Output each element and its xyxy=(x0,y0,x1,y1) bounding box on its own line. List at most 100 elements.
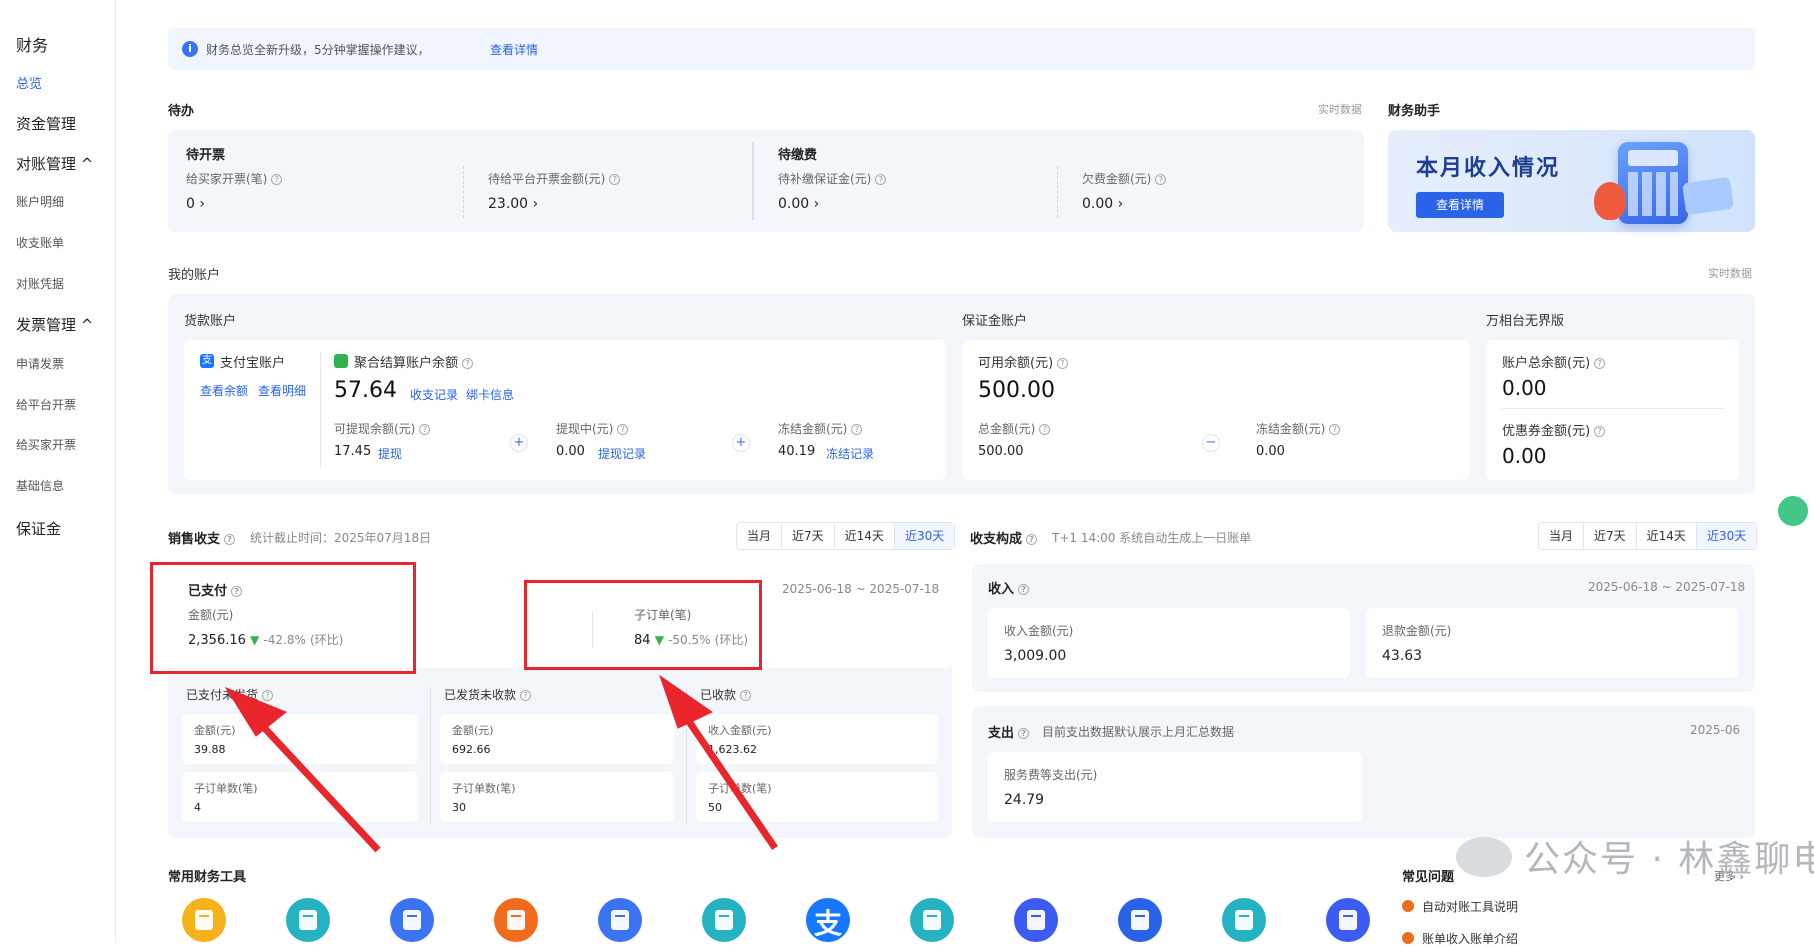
faq-bullet-icon xyxy=(1402,900,1414,912)
income-card: 收入? 2025-06-18 ~ 2025-07-18 收入金额(元) 3,00… xyxy=(972,564,1755,692)
finance-tool-icon[interactable] xyxy=(286,898,330,942)
sidebar-item-platform-invoice[interactable]: 给平台开票 xyxy=(16,396,76,413)
tool-glyph-line xyxy=(511,915,521,917)
tool-glyph-line xyxy=(199,915,209,917)
finance-tool-icon[interactable] xyxy=(598,898,642,942)
sidebar-item-overview[interactable]: 总览 xyxy=(16,73,42,92)
tool-glyph xyxy=(1235,910,1253,930)
alipay-glyph: 支 xyxy=(813,907,842,940)
tools-title: 常用财务工具 xyxy=(168,870,247,885)
tool-glyph-line xyxy=(1239,915,1249,917)
tool-glyph xyxy=(195,910,213,930)
banner-title: 本月收入情况 xyxy=(1416,156,1561,181)
income-title: 收入? xyxy=(988,578,1030,597)
finance-tool-icon[interactable] xyxy=(702,898,746,942)
service-fee-box: 服务费等支出(元) 24.79 xyxy=(988,752,1362,822)
expense-card: 支出? 目前支出数据默认展示上月汇总数据 2025-06 服务费等支出(元) 2… xyxy=(972,706,1755,838)
tool-glyph-line xyxy=(1135,915,1145,917)
deposit-frozen-value: 0.00 xyxy=(1256,444,1285,459)
expense-title: 支出? xyxy=(988,722,1030,741)
income-amount-value: 3,009.00 xyxy=(1004,648,1067,664)
calculator-icon xyxy=(1618,142,1688,224)
alipay-tool-icon[interactable]: 支 xyxy=(806,898,850,942)
divider xyxy=(1502,408,1724,409)
banner-detail-button[interactable]: 查看详情 xyxy=(1416,192,1504,218)
service-fee-label: 服务费等支出(元) xyxy=(1004,768,1098,782)
income-amount-box: 收入金额(元) 3,009.00 xyxy=(988,608,1350,678)
faq-item[interactable]: 账单收入账单介绍 xyxy=(1402,930,1518,947)
arrears-value[interactable]: 0.00 › xyxy=(1082,196,1123,212)
sidebar-item-apply-invoice[interactable]: 申请发票 xyxy=(16,355,64,372)
tool-glyph xyxy=(611,910,629,930)
wanxiang-title: 万相台无界版 xyxy=(1486,314,1565,329)
expense-month: 2025-06 xyxy=(1690,723,1741,737)
tool-glyph-line xyxy=(615,915,625,917)
deposit-frozen-label: 冻结金额(元)? xyxy=(1256,420,1341,437)
deposit-account-panel: 可用余额(元)? 500.00 总金额(元)? 500.00 − 冻结金额(元)… xyxy=(962,340,1470,480)
finance-tool-icon[interactable] xyxy=(1222,898,1266,942)
service-fee-value: 24.79 xyxy=(1004,792,1045,808)
tool-glyph-line xyxy=(303,915,313,917)
tab-7-days[interactable]: 近7天 xyxy=(1584,523,1637,549)
faq-bullet-icon xyxy=(1402,932,1414,944)
wanxiang-panel: 账户总余额(元)? 0.00 优惠券金额(元)? 0.00 xyxy=(1486,340,1739,480)
composition-period-tabs: 当月 近7天 近14天 近30天 xyxy=(1538,522,1758,550)
todo-realtime: 实时数据 xyxy=(1318,103,1362,116)
sidebar-title: 财务 xyxy=(16,36,49,55)
faq-item[interactable]: 自动对账工具说明 xyxy=(1402,898,1518,915)
finance-tool-icon[interactable] xyxy=(910,898,954,942)
watermark: 公众号 · 林鑫聊电商 xyxy=(1456,830,1814,882)
wanxiang-coupon-label: 优惠券金额(元)? xyxy=(1502,420,1606,439)
tool-glyph xyxy=(507,910,525,930)
expense-note: 目前支出数据默认展示上月汇总数据 xyxy=(1042,725,1235,739)
refund-amount-value: 43.63 xyxy=(1382,648,1423,664)
refund-amount-label: 退款金额(元) xyxy=(1382,624,1452,638)
sidebar-item-buyer-invoice[interactable]: 给买家开票 xyxy=(16,436,76,453)
sidebar-item-reconcile[interactable]: 对账管理 ^ xyxy=(16,153,93,174)
assistant-banner[interactable]: 本月收入情况 查看详情 xyxy=(1388,130,1755,232)
sidebar-item-basic-info[interactable]: 基础信息 xyxy=(16,477,64,494)
finance-tool-icon[interactable] xyxy=(1014,898,1058,942)
main-content: i 财务总览全新升级，5分钟掌握操作建议， 查看详情 待办 实时数据 待开票 给… xyxy=(116,0,1814,946)
wanxiang-balance-value: 0.00 xyxy=(1502,376,1547,400)
accounts-realtime: 实时数据 xyxy=(1708,267,1752,280)
sidebar-item-bills[interactable]: 收支账单 xyxy=(16,234,64,251)
assistant-float-icon[interactable] xyxy=(1778,496,1808,526)
finance-tool-icon[interactable] xyxy=(1118,898,1162,942)
tab-30-days[interactable]: 近30天 xyxy=(1696,523,1757,549)
finance-tool-icon[interactable] xyxy=(1326,898,1370,942)
composition-title: 收支构成? xyxy=(970,528,1038,547)
refund-amount-box: 退款金额(元) 43.63 xyxy=(1366,608,1738,678)
tool-glyph xyxy=(299,910,317,930)
card-icon xyxy=(1682,176,1734,216)
finance-tool-icon[interactable] xyxy=(494,898,538,942)
assistant-title: 财务助手 xyxy=(1388,104,1441,119)
wechat-logo-icon xyxy=(1456,837,1512,877)
tool-glyph xyxy=(1131,910,1149,930)
tool-glyph xyxy=(1339,910,1357,930)
minus-icon: − xyxy=(1202,434,1220,452)
tool-glyph xyxy=(1027,910,1045,930)
wanxiang-coupon-value: 0.00 xyxy=(1502,444,1547,468)
wanxiang-balance-label: 账户总余额(元)? xyxy=(1502,352,1606,371)
finance-tool-icon[interactable] xyxy=(182,898,226,942)
tool-glyph-line xyxy=(407,915,417,917)
finance-tool-icon[interactable] xyxy=(390,898,434,942)
sidebar-item-account-detail[interactable]: 账户明细 xyxy=(16,193,64,210)
arrears-label: 欠费金额(元)? xyxy=(1082,170,1167,187)
sidebar-item-funds[interactable]: 资金管理 xyxy=(16,113,76,134)
tab-this-month[interactable]: 当月 xyxy=(1539,523,1585,549)
income-amount-label: 收入金额(元) xyxy=(1004,624,1074,638)
money-bag-icon xyxy=(1594,182,1626,220)
tool-glyph xyxy=(715,910,733,930)
tool-glyph xyxy=(403,910,421,930)
composition-note: T+1 14:00 系统自动生成上一日账单 xyxy=(1052,531,1252,545)
sidebar-item-invoice[interactable]: 发票管理 ^ xyxy=(16,314,93,335)
sidebar: 财务 总览 资金管理 对账管理 ^ 账户明细 收支账单 对账凭据 发票管理 ^ … xyxy=(0,0,116,942)
sidebar-item-deposit[interactable]: 保证金 xyxy=(16,518,61,539)
annotation-arrows xyxy=(224,674,778,853)
income-range: 2025-06-18 ~ 2025-07-18 xyxy=(1588,580,1746,594)
faq-title: 常见问题 xyxy=(1402,870,1455,885)
sidebar-item-vouchers[interactable]: 对账凭据 xyxy=(16,275,64,292)
tab-14-days[interactable]: 近14天 xyxy=(1637,523,1697,549)
